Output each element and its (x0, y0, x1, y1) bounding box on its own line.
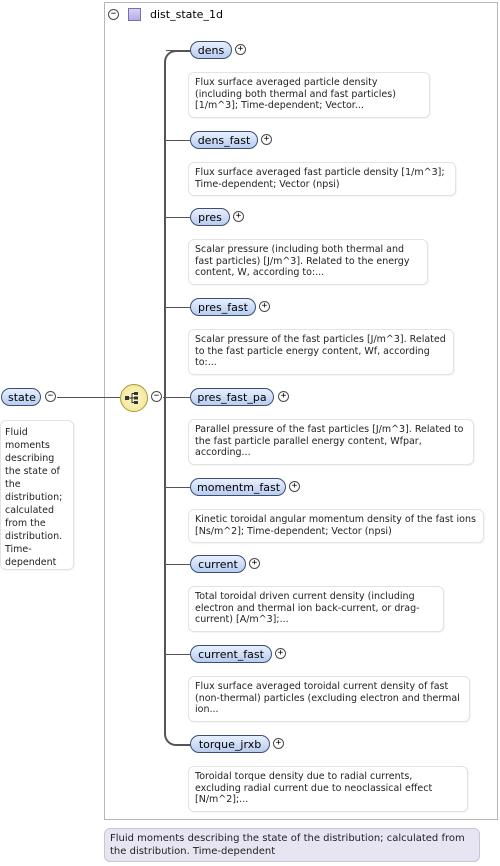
node-pres-fast[interactable]: pres_fast (190, 298, 256, 316)
trunk-line (164, 50, 192, 746)
description-momentm-fast: Kinetic toroidal angular momentum densit… (188, 509, 484, 543)
sequence-compositor-icon[interactable] (120, 384, 148, 412)
connector-line (166, 50, 190, 51)
connector-line (166, 307, 190, 308)
expand-toggle-icon[interactable]: + (273, 738, 284, 749)
node-dens-fast[interactable]: dens_fast (190, 131, 258, 149)
connector-line (166, 564, 190, 565)
node-torque-jrxb[interactable]: torque_jrxb (190, 735, 270, 753)
description-pres: Scalar pressure (including both thermal … (188, 239, 428, 285)
type-title: dist_state_1d (150, 8, 223, 21)
node-dens[interactable]: dens (190, 41, 232, 59)
connector-line (166, 140, 190, 141)
connector-line (166, 654, 190, 655)
expand-toggle-icon[interactable]: + (233, 211, 244, 222)
expand-toggle-icon[interactable]: + (249, 558, 260, 569)
connector-line (166, 217, 190, 218)
connector-line (166, 487, 190, 488)
expand-toggle-icon[interactable]: + (235, 44, 246, 55)
collapse-toggle-icon[interactable]: − (45, 391, 56, 402)
description-pres-fast-pa: Parallel pressure of the fast particles … (188, 419, 474, 465)
node-pres[interactable]: pres (190, 208, 230, 226)
description-dens: Flux surface averaged particle density (… (188, 72, 430, 118)
expand-toggle-icon[interactable]: + (275, 648, 286, 659)
connector-line (57, 397, 120, 398)
type-annotation: Fluid moments describing the state of th… (104, 828, 480, 862)
collapse-toggle-icon[interactable]: − (108, 9, 119, 20)
expand-toggle-icon[interactable]: + (261, 134, 272, 145)
node-current[interactable]: current (190, 555, 246, 573)
node-pres-fast-pa[interactable]: pres_fast_pa (190, 388, 274, 406)
description-torque-jrxb: Toroidal torque density due to radial cu… (188, 766, 468, 812)
root-description: Fluid moments describing the state of th… (0, 420, 74, 570)
node-current-fast[interactable]: current_fast (190, 645, 272, 663)
node-momentm-fast[interactable]: momentm_fast (190, 478, 286, 496)
complex-type-icon (128, 8, 141, 21)
root-node-state[interactable]: state (1, 388, 41, 406)
sequence-icon (125, 392, 138, 404)
expand-toggle-icon[interactable]: + (278, 391, 289, 402)
expand-toggle-icon[interactable]: + (289, 481, 300, 492)
description-dens-fast: Flux surface averaged fast particle dens… (188, 162, 456, 196)
collapse-toggle-icon[interactable]: − (151, 391, 162, 402)
description-current-fast: Flux surface averaged toroidal current d… (188, 676, 470, 722)
connector-line (166, 397, 190, 398)
description-current: Total toroidal driven current density (i… (188, 586, 444, 632)
expand-toggle-icon[interactable]: + (259, 301, 270, 312)
description-pres-fast: Scalar pressure of the fast particles [J… (188, 329, 454, 375)
